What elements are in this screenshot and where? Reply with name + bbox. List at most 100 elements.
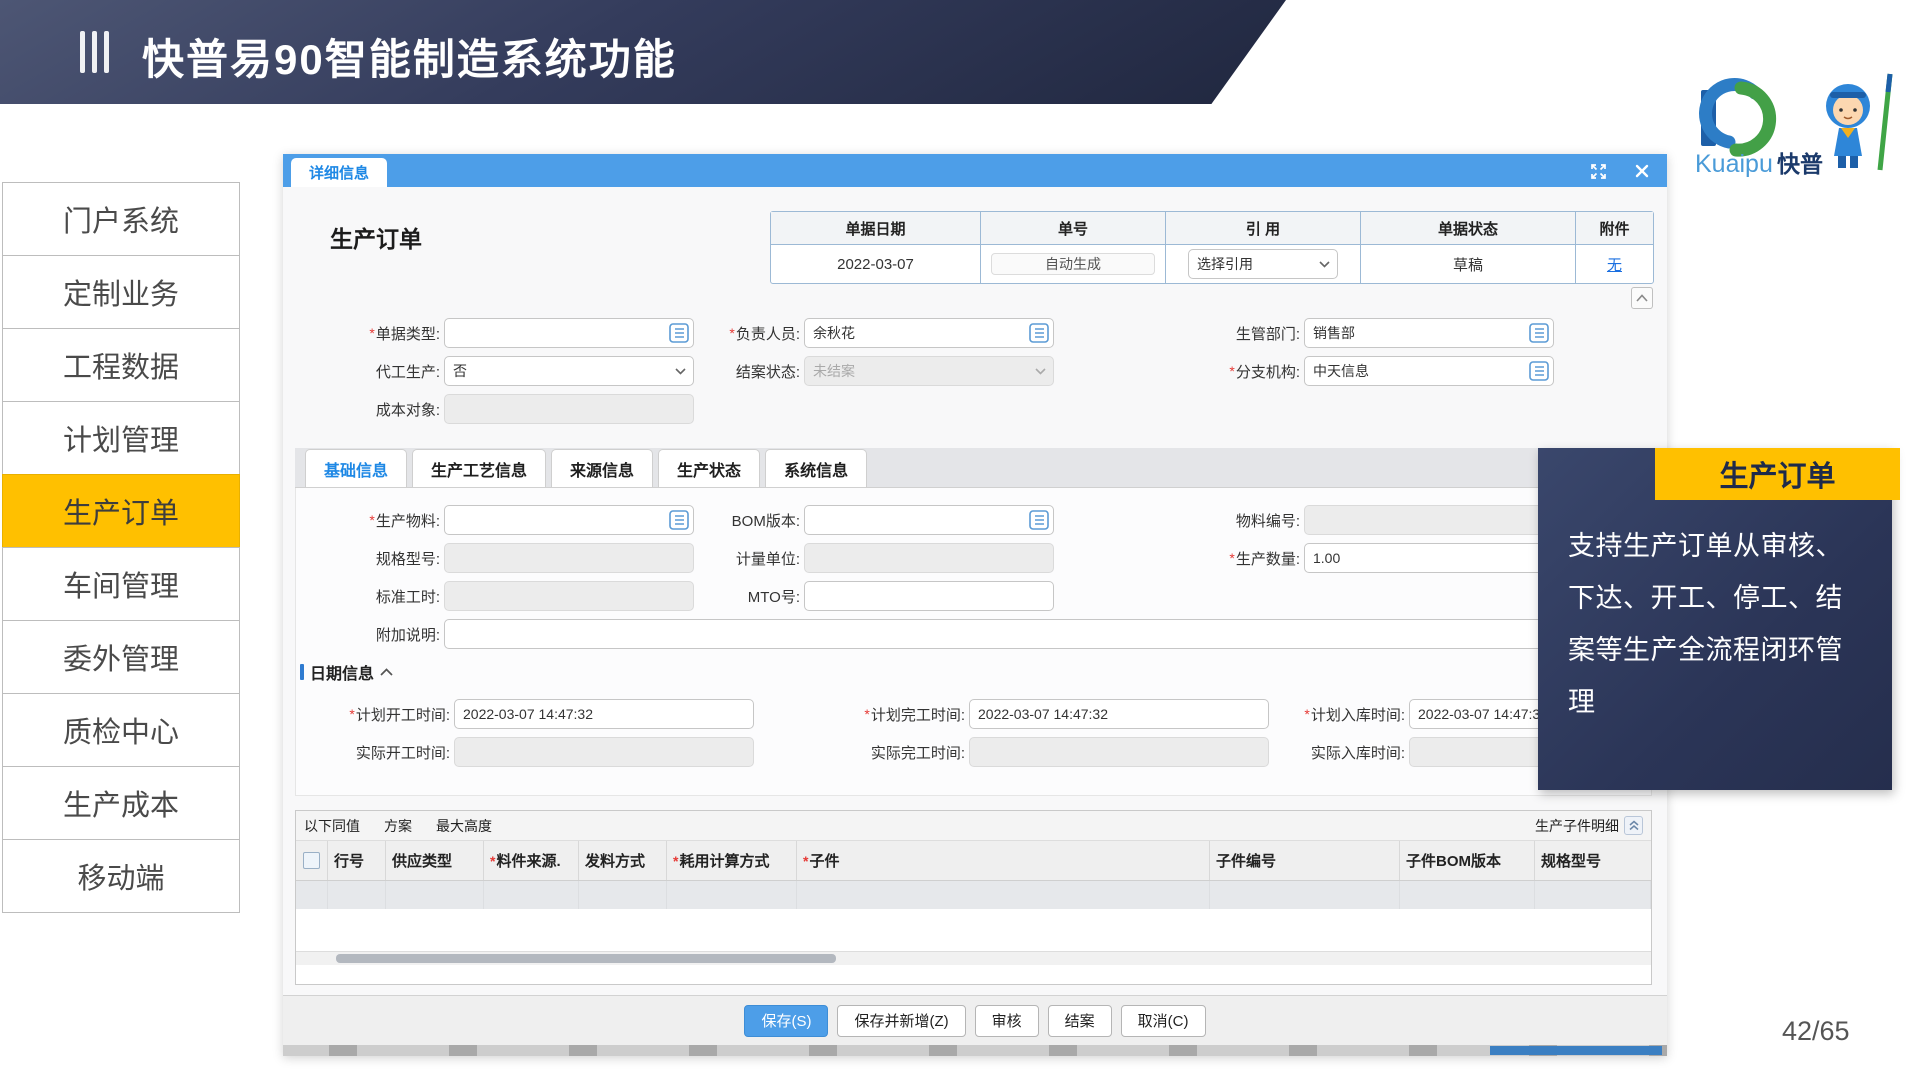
close-button[interactable] <box>1632 161 1652 181</box>
grid-toolbar: 以下同值 方案 最大高度 生产子件明细 <box>296 811 1651 841</box>
doc-date-value: 2022-03-07 <box>771 245 981 283</box>
field-std-hours: 标准工时: <box>300 581 694 611</box>
sidebar-item-engineering-data[interactable]: 工程数据 <box>2 328 240 402</box>
sidebar-item-plan-management[interactable]: 计划管理 <box>2 401 240 475</box>
grid-collapse-button[interactable] <box>1624 816 1643 835</box>
tab-basic-info[interactable]: 基础信息 <box>305 449 407 487</box>
field-actual-finish: 实际完工时间: <box>810 737 1269 767</box>
kuaipu-logo: Kuaipu 快普 <box>1693 70 1908 182</box>
close-case-button[interactable]: 结案 <box>1048 1005 1112 1037</box>
col-row-no: 行号 <box>328 841 386 880</box>
branch-input[interactable] <box>1304 356 1554 386</box>
dept-input[interactable] <box>1304 318 1554 348</box>
date-section-title: 日期信息 <box>310 660 374 684</box>
scrollbar-thumb[interactable] <box>336 954 836 963</box>
required-marker: * <box>803 853 808 869</box>
field-plan-start: *计划开工时间: <box>300 699 754 729</box>
lookup-icon[interactable] <box>1529 361 1549 381</box>
field-bom-version: BOM版本: <box>650 505 1054 535</box>
required-marker: * <box>729 325 734 341</box>
plan-finish-label: 计划完工时间: <box>871 704 965 725</box>
grid-hscrollbar[interactable] <box>296 951 1651 965</box>
bom-version-input[interactable] <box>804 505 1054 535</box>
sidebar-item-quality-center[interactable]: 质检中心 <box>2 693 240 767</box>
slide: 快普易90智能制造系统功能 Kuaipu 快普 42/65 门户系统 定制业务 … <box>0 0 1920 1080</box>
lookup-icon[interactable] <box>1529 323 1549 343</box>
oem-label: 代工生产: <box>376 361 440 382</box>
col-subitem: *子件 <box>797 841 1210 880</box>
tab-source-info[interactable]: 来源信息 <box>551 449 653 487</box>
col-issue-method: 发料方式 <box>579 841 667 880</box>
grid-right-label: 生产子件明细 <box>1535 816 1619 836</box>
section-collapse-icon[interactable] <box>380 668 393 676</box>
tab-process-info[interactable]: 生产工艺信息 <box>412 449 546 487</box>
section-marker <box>300 664 304 680</box>
save-button[interactable]: 保存(S) <box>744 1005 828 1037</box>
cost-object-label: 成本对象: <box>376 399 440 420</box>
header-collapse-button[interactable] <box>1631 287 1653 309</box>
chevron-down-icon <box>1035 368 1046 375</box>
cancel-button[interactable]: 取消(C) <box>1121 1005 1206 1037</box>
sidebar-item-custom-business[interactable]: 定制业务 <box>2 255 240 329</box>
save-and-new-button[interactable]: 保存并新增(Z) <box>837 1005 965 1037</box>
lookup-icon[interactable] <box>1029 323 1049 343</box>
doc-col-number: 单号 <box>981 212 1166 245</box>
required-marker: * <box>349 706 354 722</box>
maximize-icon <box>1590 163 1607 180</box>
field-close-status: 结案状态: 未结案 <box>650 356 1054 386</box>
field-plan-finish: *计划完工时间: <box>810 699 1269 729</box>
reference-select[interactable]: 选择引用 <box>1188 249 1338 279</box>
grid-link-plan[interactable]: 方案 <box>384 816 412 836</box>
grid-link-same-value[interactable]: 以下同值 <box>304 816 360 836</box>
sidebar-item-workshop-management[interactable]: 车间管理 <box>2 547 240 621</box>
note-input[interactable] <box>444 619 1642 649</box>
field-material-no: 物料编号: <box>1155 505 1554 535</box>
maximize-button[interactable] <box>1588 161 1608 181</box>
std-hours-label: 标准工时: <box>376 586 440 607</box>
cost-object-input <box>444 394 694 424</box>
plan-start-label: 计划开工时间: <box>356 704 450 725</box>
required-marker: * <box>864 706 869 722</box>
sidebar-item-portal[interactable]: 门户系统 <box>2 182 240 256</box>
col-subitem-bom: 子件BOM版本 <box>1400 841 1535 880</box>
attachment-link[interactable]: 无 <box>1607 254 1622 275</box>
tab-system-info[interactable]: 系统信息 <box>765 449 867 487</box>
date-section-header: 日期信息 <box>300 660 393 684</box>
actual-finish-label: 实际完工时间: <box>871 742 965 763</box>
tab-production-status[interactable]: 生产状态 <box>658 449 760 487</box>
grid-link-max-height[interactable]: 最大高度 <box>436 816 492 836</box>
callout-title: 生产订单 <box>1655 448 1900 500</box>
grid-header-row: 行号 供应类型 *料件来源. 发料方式 *耗用计算方式 *子件 子件编号 子件B… <box>296 841 1651 881</box>
plan-start-input[interactable] <box>454 699 754 729</box>
note-label: 附加说明: <box>376 624 440 645</box>
spec-label: 规格型号: <box>376 548 440 569</box>
sidebar-item-production-order[interactable]: 生产订单 <box>2 474 240 548</box>
sidebar-item-outsourcing-management[interactable]: 委外管理 <box>2 620 240 694</box>
window-tab-detail[interactable]: 详细信息 <box>291 158 387 187</box>
select-all-checkbox[interactable] <box>303 852 320 869</box>
sidebar: 门户系统 定制业务 工程数据 计划管理 生产订单 车间管理 委外管理 质检中心 … <box>2 183 240 913</box>
required-marker: * <box>1229 550 1234 566</box>
sidebar-item-mobile[interactable]: 移动端 <box>2 839 240 913</box>
manager-input[interactable] <box>804 318 1054 348</box>
review-button[interactable]: 审核 <box>975 1005 1039 1037</box>
mto-no-input[interactable] <box>804 581 1054 611</box>
close-status-value: 未结案 <box>813 361 855 381</box>
qty-label: 生产数量: <box>1236 548 1300 569</box>
close-icon <box>1635 164 1649 178</box>
background-window-sliver-blue <box>1490 1046 1662 1055</box>
col-supply-type: 供应类型 <box>386 841 484 880</box>
col-spec: 规格型号 <box>1535 841 1651 880</box>
callout-body: 支持生产订单从审核、下达、开工、停工、结案等生产全流程闭环管理 <box>1568 520 1868 728</box>
lookup-icon[interactable] <box>1029 510 1049 530</box>
actual-finish-input <box>969 737 1269 767</box>
sidebar-item-production-cost[interactable]: 生产成本 <box>2 766 240 840</box>
chevron-up-icon <box>1636 294 1648 302</box>
plan-finish-input[interactable] <box>969 699 1269 729</box>
qty-input[interactable] <box>1304 543 1554 573</box>
manager-label: 负责人员: <box>736 323 800 344</box>
field-manager: *负责人员: <box>650 318 1054 348</box>
doc-col-status: 单据状态 <box>1361 212 1576 245</box>
required-marker: * <box>490 853 495 869</box>
detail-window: 详细信息 生产订单 单据日期 单号 引 用 单据状态 附件 2022-03-07… <box>283 154 1667 1056</box>
